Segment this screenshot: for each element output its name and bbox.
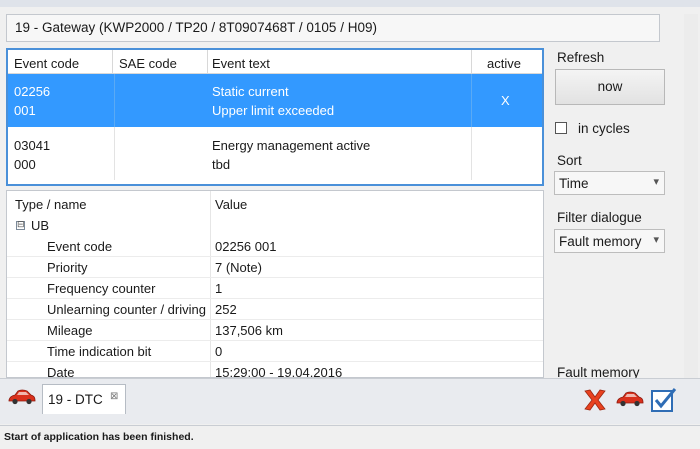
- detail-value: 15:29:00 - 19.04.2016: [215, 365, 343, 378]
- event-subcode: 001: [14, 103, 36, 118]
- car-icon[interactable]: [7, 388, 37, 406]
- sort-select[interactable]: Time ▾: [554, 171, 665, 195]
- detail-row[interactable]: Event code 02256 001: [7, 236, 543, 257]
- detail-name: Frequency counter: [47, 281, 156, 296]
- detail-name: Mileage: [47, 323, 93, 338]
- event-row[interactable]: 03041 000 Energy management active tbd: [8, 127, 542, 180]
- refresh-now-button[interactable]: now: [555, 69, 665, 105]
- detail-row[interactable]: Time indication bit 0: [7, 341, 543, 362]
- close-tab-icon[interactable]: ⊠: [110, 391, 118, 402]
- control-unit-title-text: 19 - Gateway (KWP2000 / TP20 / 8T0907468…: [15, 20, 377, 35]
- filter-dialogue-select[interactable]: Fault memory ▾: [554, 229, 665, 253]
- detail-row[interactable]: Unlearning counter / driving 252: [7, 299, 543, 320]
- event-text: Static current: [212, 84, 289, 99]
- detail-name: Unlearning counter / driving: [47, 302, 206, 317]
- col-event-code[interactable]: Event code: [14, 56, 79, 71]
- event-table-header: Event code SAE code Event text active: [8, 50, 542, 74]
- col-event-text[interactable]: Event text: [212, 56, 270, 71]
- detail-name: Date: [47, 365, 75, 378]
- col-sae-code[interactable]: SAE code: [119, 56, 177, 71]
- event-subcode: 000: [14, 157, 36, 172]
- refresh-label: Refresh: [557, 50, 605, 65]
- detail-row[interactable]: Date 15:29:00 - 19.04.2016: [7, 362, 543, 378]
- detail-value: 0: [215, 344, 223, 359]
- event-row-selected[interactable]: 02256 001 Static current Upper limit exc…: [8, 74, 542, 127]
- sort-value: Time: [559, 176, 589, 191]
- tab-label: 19 - DTC: [48, 392, 103, 407]
- col-value[interactable]: Value: [215, 197, 247, 212]
- status-text: Start of application has been finished.: [4, 431, 194, 443]
- in-cycles-label: in cycles: [578, 121, 630, 136]
- tree-group-label: UB: [31, 218, 50, 233]
- event-text: Energy management active: [212, 138, 371, 153]
- detail-value: 252: [215, 302, 237, 317]
- tree-group-ub[interactable]: ⊟ UB: [7, 215, 543, 236]
- status-bar: Start of application has been finished.: [0, 425, 700, 449]
- window-scrollbar[interactable]: [684, 14, 698, 424]
- red-x-icon[interactable]: [582, 388, 608, 412]
- event-active-flag: X: [501, 93, 510, 108]
- car-icon[interactable]: [615, 390, 645, 408]
- detail-row[interactable]: Priority 7 (Note): [7, 257, 543, 278]
- col-active[interactable]: active: [487, 56, 521, 71]
- event-subtext: Upper limit exceeded: [212, 103, 335, 118]
- detail-name: Priority: [47, 260, 88, 275]
- event-code: 02256: [14, 84, 51, 99]
- window-top-strip: [0, 0, 700, 7]
- detail-row[interactable]: Frequency counter 1: [7, 278, 543, 299]
- chevron-down-icon: ▾: [653, 175, 659, 188]
- detail-value: 137,506 km: [215, 323, 283, 338]
- chevron-down-icon: ▾: [653, 233, 659, 246]
- detail-name: Event code: [47, 239, 113, 254]
- checklist-icon[interactable]: [650, 387, 678, 413]
- tab-19-dtc[interactable]: 19 - DTC ⊠: [42, 384, 126, 414]
- in-cycles-checkbox[interactable]: [555, 122, 567, 134]
- event-subtext: tbd: [212, 157, 231, 172]
- filter-value: Fault memory: [559, 234, 642, 249]
- collapse-toggle-icon[interactable]: ⊟: [16, 221, 25, 230]
- detail-name: Time indication bit: [47, 344, 152, 359]
- detail-value: 02256 001: [215, 239, 277, 254]
- event-table[interactable]: Event code SAE code Event text active 02…: [6, 48, 544, 186]
- fault-memory-label: Fault memory: [557, 366, 640, 378]
- detail-row[interactable]: Mileage 137,506 km: [7, 320, 543, 341]
- event-code: 03041: [14, 138, 51, 153]
- col-type-name[interactable]: Type / name: [15, 197, 87, 212]
- detail-value: 7 (Note): [215, 260, 262, 275]
- control-unit-title: 19 - Gateway (KWP2000 / TP20 / 8T0907468…: [6, 14, 660, 42]
- sort-label: Sort: [557, 153, 582, 168]
- event-details-tree[interactable]: Type / name Value ⊟ UB Event code 02256 …: [6, 190, 544, 378]
- details-header: Type / name Value: [7, 191, 543, 215]
- filter-dialogue-label: Filter dialogue: [557, 210, 642, 225]
- detail-value: 1: [215, 281, 223, 296]
